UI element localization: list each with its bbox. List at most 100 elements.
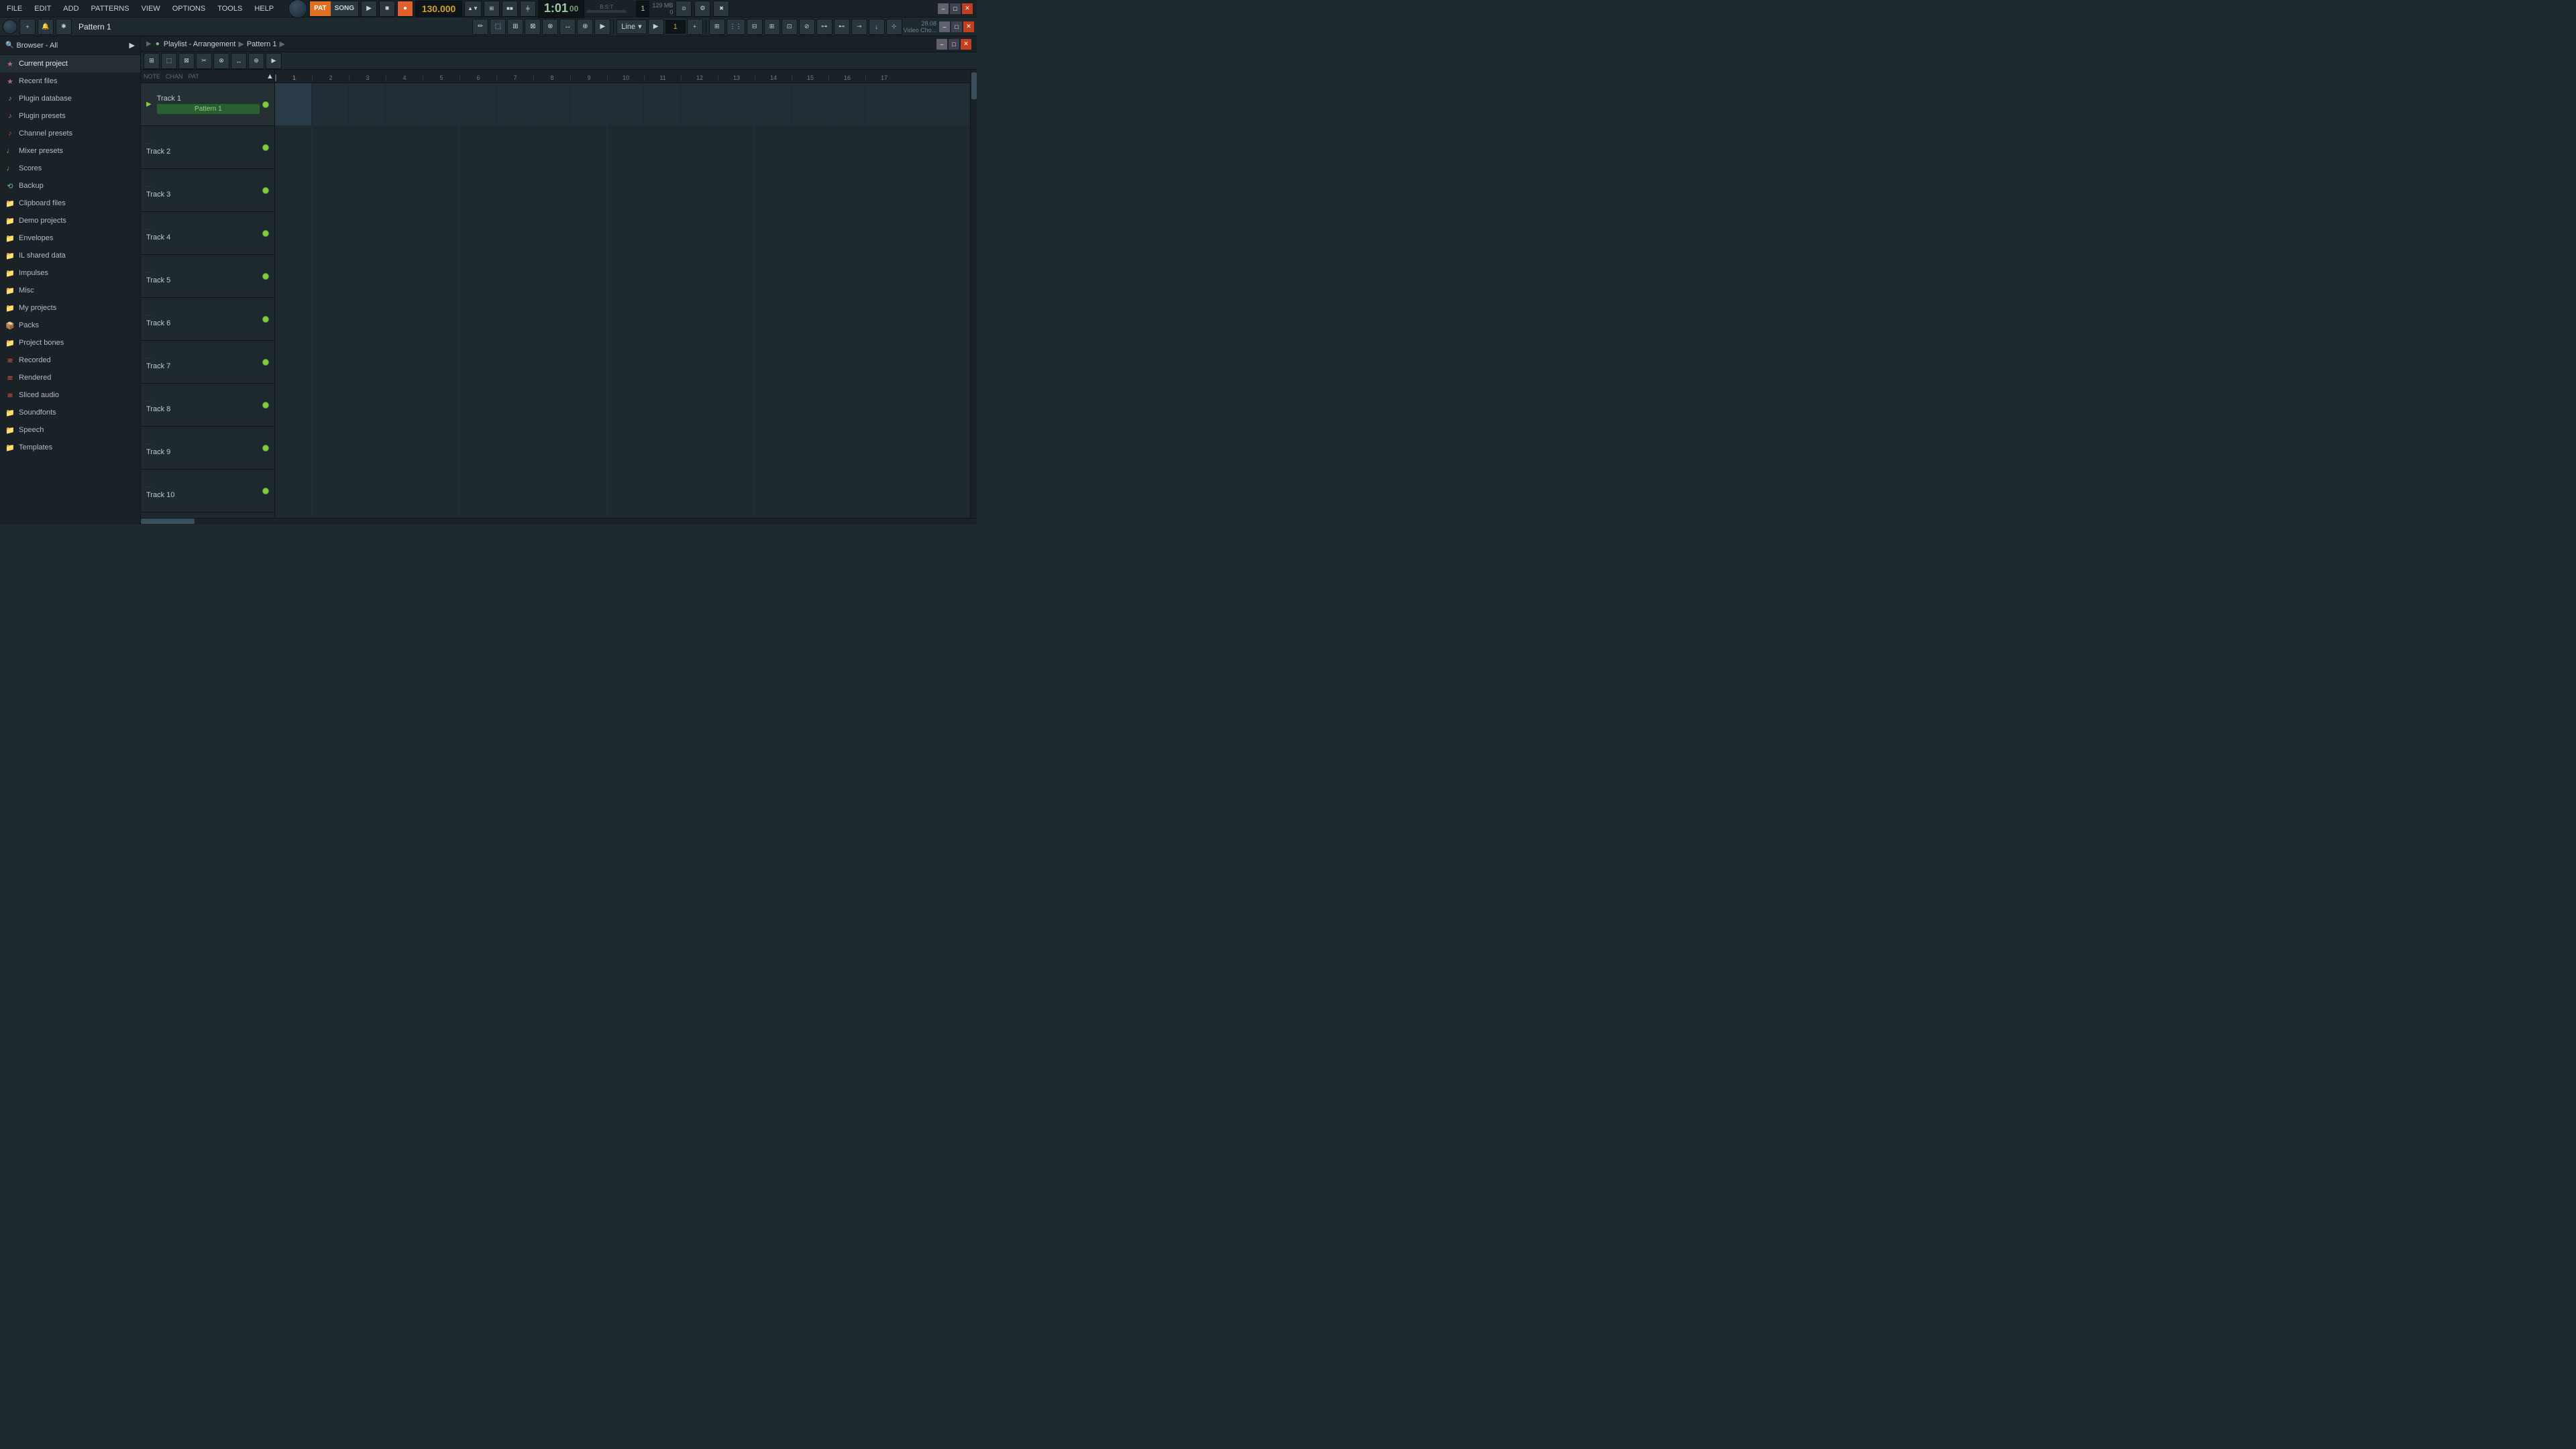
grid-cell-1-16[interactable] [828,83,865,125]
sidebar-item-templates[interactable]: 📁 Templates [0,439,140,456]
tool-b[interactable]: ⋮⋮ [727,19,745,35]
playlist-win-close[interactable]: ✕ [961,39,971,50]
sidebar-item-misc[interactable]: 📁 Misc [0,282,140,299]
settings-btn[interactable]: ⚙ [694,1,710,17]
tool-j[interactable]: ↓ [869,19,885,35]
pattern-add[interactable]: + [19,19,36,35]
track-2-volume-dot[interactable] [262,144,269,151]
pe-zoom[interactable]: ⊕ [248,53,264,69]
grid-cell-1-13[interactable] [718,83,755,125]
channel-rack-btn[interactable]: ■■ [502,1,518,17]
tracks-grid[interactable] [275,83,970,518]
playlist-win-minimize[interactable]: – [936,39,947,50]
grid-cell-1-1[interactable] [275,83,312,125]
grid-row-9[interactable] [275,427,970,470]
scrollbar-thumb[interactable] [971,72,977,99]
playlist-win-maximize[interactable]: □ [949,39,959,50]
draw-tool[interactable]: ✏ [472,19,488,35]
track-6-volume-dot[interactable] [262,316,269,323]
mute-tool[interactable]: ⊗ [542,19,558,35]
pe-flip-h[interactable]: ↔ [231,53,247,69]
sidebar-item-soundfonts[interactable]: 📁 Soundfonts [0,404,140,421]
pe-cut[interactable]: ✂ [196,53,212,69]
scroll-up-arrow[interactable]: ▲ [266,72,272,80]
pattern-del[interactable]: 🔔 [38,19,54,35]
tool-k[interactable]: ⊹ [886,19,902,35]
track-5-volume-dot[interactable] [262,273,269,280]
sidebar-item-il-shared-data[interactable]: 📁 IL shared data [0,247,140,264]
tool-a[interactable]: ⊞ [709,19,725,35]
h-scrollbar-thumb[interactable] [141,519,195,524]
menu-item-edit[interactable]: EDIT [32,3,54,14]
menu-item-patterns[interactable]: PATTERNS [89,3,132,14]
menu-item-tools[interactable]: TOOLS [215,3,245,14]
tool-i[interactable]: ⊸ [851,19,867,35]
track-7-volume-dot[interactable] [262,359,269,366]
sidebar-item-scores[interactable]: ♩ Scores [0,160,140,177]
sidebar-item-impulses[interactable]: 📁 Impulses [0,264,140,282]
sidebar-item-recorded[interactable]: ≋ Recorded [0,352,140,369]
stop-button[interactable]: ■ [379,1,395,17]
sidebar-item-rendered[interactable]: ≋ Rendered [0,369,140,386]
sidebar-item-mixer-presets[interactable]: ♩ Mixer presets [0,142,140,160]
grid-row-10[interactable] [275,470,970,513]
playlist-minimize[interactable]: – [939,21,950,32]
sidebar-item-demo-projects[interactable]: 📁 Demo projects [0,212,140,229]
sidebar-item-channel-presets[interactable]: ♪ Channel presets [0,125,140,142]
tempo-up[interactable]: ▲▼ [464,1,482,17]
pattern-trash[interactable]: ✱ [56,19,72,35]
sidebar-item-envelopes[interactable]: 📁 Envelopes [0,229,140,247]
track-10-volume-dot[interactable] [262,488,269,494]
grid-cell-1-3[interactable] [349,83,386,125]
pe-magnet[interactable]: ⊞ [144,53,160,69]
grid-cell-1-14[interactable] [755,83,792,125]
song-button[interactable]: SONG [331,1,358,16]
play-button[interactable]: ▶ [361,1,377,17]
sidebar-item-packs[interactable]: 📦 Packs [0,317,140,334]
playlist-pattern-link[interactable]: Pattern 1 [247,40,277,48]
track-3-volume-dot[interactable] [262,187,269,194]
pattern-select[interactable]: ⊞ [484,1,500,17]
grid-cell-2-1[interactable] [275,126,312,168]
cpu-meter[interactable]: ⊙ [676,1,692,17]
grid-row-5[interactable] [275,255,970,298]
grid-cell-1-4[interactable] [386,83,423,125]
pe-erase[interactable]: ⊠ [178,53,195,69]
playback-tool[interactable]: ▶ [594,19,610,35]
close-button[interactable]: ✕ [962,3,973,14]
grid-cell-1-2[interactable] [312,83,349,125]
grid-cell-1-11[interactable] [644,83,681,125]
grid-row-8[interactable] [275,384,970,427]
sidebar-item-backup[interactable]: ⟲ Backup [0,177,140,195]
mixer-btn[interactable]: ╪ [520,1,536,17]
tool-g[interactable]: ⊶ [816,19,833,35]
menu-item-help[interactable]: HELP [252,3,276,14]
grid-cell-1-6[interactable] [460,83,496,125]
grid-row-2[interactable] [275,126,970,169]
grid-row-11[interactable] [275,513,970,518]
pe-mute[interactable]: ⊗ [213,53,229,69]
grid-row-6[interactable] [275,298,970,341]
sidebar-item-plugin-presets[interactable]: ♪ Plugin presets [0,107,140,125]
pat-button[interactable]: PAT [310,1,331,16]
playlist-maximize[interactable]: □ [951,21,962,32]
record-button[interactable]: ● [397,1,413,17]
select-tool[interactable]: ⬚ [490,19,506,35]
mixer-tool[interactable]: ✖ [713,1,729,17]
menu-item-file[interactable]: FILE [4,3,25,14]
sidebar-item-sliced-audio[interactable]: ≋ Sliced audio [0,386,140,404]
grid-cell-1-10[interactable] [607,83,644,125]
horizontal-scrollbar[interactable] [141,518,977,525]
tool-c[interactable]: ⊟ [747,19,763,35]
grid-cell-1-7[interactable] [496,83,533,125]
sidebar-item-recent-files[interactable]: ★ Recent files [0,72,140,90]
track-1-pattern-btn[interactable]: Pattern 1 [157,104,260,114]
zoom-tool[interactable]: ⊕ [577,19,593,35]
tool-e[interactable]: ⊡ [782,19,798,35]
grid-row-7[interactable] [275,341,970,384]
track-9-volume-dot[interactable] [262,445,269,451]
maximize-button[interactable]: □ [950,3,961,14]
vertical-scrollbar[interactable] [970,70,977,518]
grid-row-4[interactable] [275,212,970,255]
track-8-volume-dot[interactable] [262,402,269,409]
